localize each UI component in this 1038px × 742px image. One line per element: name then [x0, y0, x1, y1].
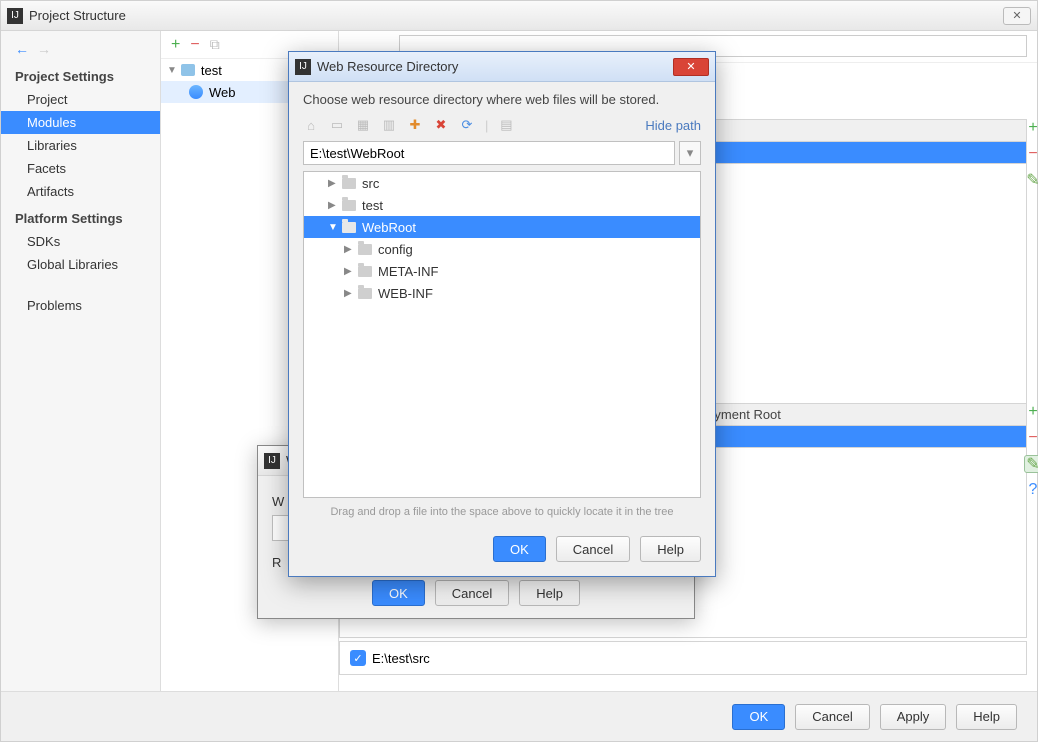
folder-icon: [358, 266, 372, 277]
main-footer: OK Cancel Apply Help: [1, 691, 1037, 741]
dir-help-button[interactable]: Help: [640, 536, 701, 562]
tree-label: WebRoot: [362, 220, 416, 235]
sidebar-section-platform: Platform Settings: [1, 203, 160, 230]
sidebar-toolbar: ← →: [1, 37, 160, 61]
chevron-right-icon: ▶: [328, 178, 340, 189]
sidebar-item-problems[interactable]: Problems: [1, 294, 160, 317]
sidebar-item-libraries[interactable]: Libraries: [1, 134, 160, 157]
module-icon: [181, 64, 195, 76]
dir-buttons: OK Cancel Help: [289, 526, 715, 576]
add-module-icon[interactable]: +: [171, 36, 180, 54]
tree-item-webinf[interactable]: ▶ WEB-INF: [304, 282, 700, 304]
tree-item-test[interactable]: ▶ test: [304, 194, 700, 216]
dir-body: Choose web resource directory where web …: [289, 82, 715, 526]
copy-module-icon[interactable]: ⧉: [210, 36, 220, 53]
sidebar-section-project: Project Settings: [1, 61, 160, 88]
app-icon: IJ: [264, 453, 280, 469]
folder-icon: [342, 200, 356, 211]
forward-icon[interactable]: →: [37, 41, 51, 57]
window-close-button[interactable]: ✕: [1003, 7, 1031, 25]
app-icon: IJ: [7, 8, 23, 24]
help-resource-icon[interactable]: ?: [1024, 481, 1038, 499]
home-icon[interactable]: ⌂: [303, 117, 319, 133]
dir-ok-button[interactable]: OK: [493, 536, 546, 562]
tree-item-config[interactable]: ▶ config: [304, 238, 700, 260]
dir-toolbar: ⌂ ▭ ▦ ▥ ✚ ✖ ⟳ | ▤ Hide path: [303, 117, 701, 133]
window-title: Project Structure: [29, 8, 126, 23]
dir-hint: Drag and drop a file into the space abov…: [303, 498, 701, 526]
chevron-right-icon: ▶: [344, 288, 356, 299]
add-path-icon[interactable]: +: [1024, 119, 1038, 137]
remove-path-icon[interactable]: −: [1024, 145, 1038, 163]
module-name: test: [201, 63, 222, 78]
desktop-icon[interactable]: ▭: [329, 117, 345, 133]
main-titlebar: IJ Project Structure ✕: [1, 1, 1037, 31]
folder-icon: [358, 244, 372, 255]
folder-icon: [342, 178, 356, 189]
tree-item-src[interactable]: ▶ src: [304, 172, 700, 194]
apply-button[interactable]: Apply: [880, 704, 947, 730]
back-icon[interactable]: ←: [15, 41, 29, 57]
dir-path-input[interactable]: [303, 141, 675, 165]
delete-icon[interactable]: ✖: [433, 117, 449, 133]
relative-side-buttons: + − ✎ ?: [1023, 403, 1038, 499]
tree-label: WEB-INF: [378, 286, 433, 301]
app-icon: IJ: [295, 59, 311, 75]
edit-resource-icon[interactable]: ✎: [1024, 455, 1038, 473]
tree-label: test: [362, 198, 383, 213]
file-tree[interactable]: ▶ src ▶ test ▼ WebRoot ▶ config ▶: [303, 171, 701, 498]
edit-path-icon[interactable]: ✎: [1024, 171, 1038, 189]
tree-item-webroot[interactable]: ▼ WebRoot: [304, 216, 700, 238]
tree-label: src: [362, 176, 379, 191]
web-subdialog-buttons: OK Cancel Help: [272, 580, 680, 606]
dir-path-row: ▾: [303, 141, 701, 165]
tree-label: config: [378, 242, 413, 257]
dir-title: Web Resource Directory: [317, 59, 458, 74]
facet-name: Web: [209, 85, 236, 100]
cancel-button[interactable]: Cancel: [795, 704, 869, 730]
src-checkbox[interactable]: ✓: [350, 650, 366, 666]
dir-close-button[interactable]: ✕: [673, 58, 709, 76]
path-side-buttons: + − ✎: [1023, 119, 1038, 189]
directory-chooser-dialog: IJ Web Resource Directory ✕ Choose web r…: [288, 51, 716, 577]
chevron-down-icon: ▼: [328, 222, 340, 233]
refresh-icon[interactable]: ⟳: [459, 117, 475, 133]
folder-icon: [358, 288, 372, 299]
hide-path-link[interactable]: Hide path: [645, 118, 701, 133]
show-hidden-icon[interactable]: ▤: [498, 117, 514, 133]
project-icon[interactable]: ▦: [355, 117, 371, 133]
dir-cancel-button[interactable]: Cancel: [556, 536, 630, 562]
sidebar-item-global-libraries[interactable]: Global Libraries: [1, 253, 160, 276]
ok-button[interactable]: OK: [732, 704, 785, 730]
chevron-right-icon: ▶: [344, 244, 356, 255]
history-icon[interactable]: ▾: [679, 141, 701, 165]
src-label: E:\test\src: [372, 651, 430, 666]
web-help-button[interactable]: Help: [519, 580, 580, 606]
module-nav-icon[interactable]: ▥: [381, 117, 397, 133]
tree-item-metainf[interactable]: ▶ META-INF: [304, 260, 700, 282]
add-resource-icon[interactable]: +: [1024, 403, 1038, 421]
sidebar-item-artifacts[interactable]: Artifacts: [1, 180, 160, 203]
sidebar-item-project[interactable]: Project: [1, 88, 160, 111]
folder-icon: [342, 222, 356, 233]
sidebar-item-modules[interactable]: Modules: [1, 111, 160, 134]
source-roots-panel: ✓ E:\test\src: [339, 641, 1027, 675]
chevron-down-icon: ▼: [167, 65, 177, 76]
sidebar-item-facets[interactable]: Facets: [1, 157, 160, 180]
web-ok-button[interactable]: OK: [372, 580, 425, 606]
web-cancel-button[interactable]: Cancel: [435, 580, 509, 606]
sidebar: ← → Project Settings Project Modules Lib…: [1, 31, 161, 691]
new-folder-icon[interactable]: ✚: [407, 117, 423, 133]
dir-titlebar: IJ Web Resource Directory ✕: [289, 52, 715, 82]
remove-module-icon[interactable]: −: [190, 36, 199, 54]
web-facet-icon: [189, 85, 203, 99]
chevron-right-icon: ▶: [328, 200, 340, 211]
sidebar-item-sdks[interactable]: SDKs: [1, 230, 160, 253]
help-button[interactable]: Help: [956, 704, 1017, 730]
remove-resource-icon[interactable]: −: [1024, 429, 1038, 447]
dir-instruction: Choose web resource directory where web …: [303, 92, 701, 107]
tree-label: META-INF: [378, 264, 438, 279]
chevron-right-icon: ▶: [344, 266, 356, 277]
